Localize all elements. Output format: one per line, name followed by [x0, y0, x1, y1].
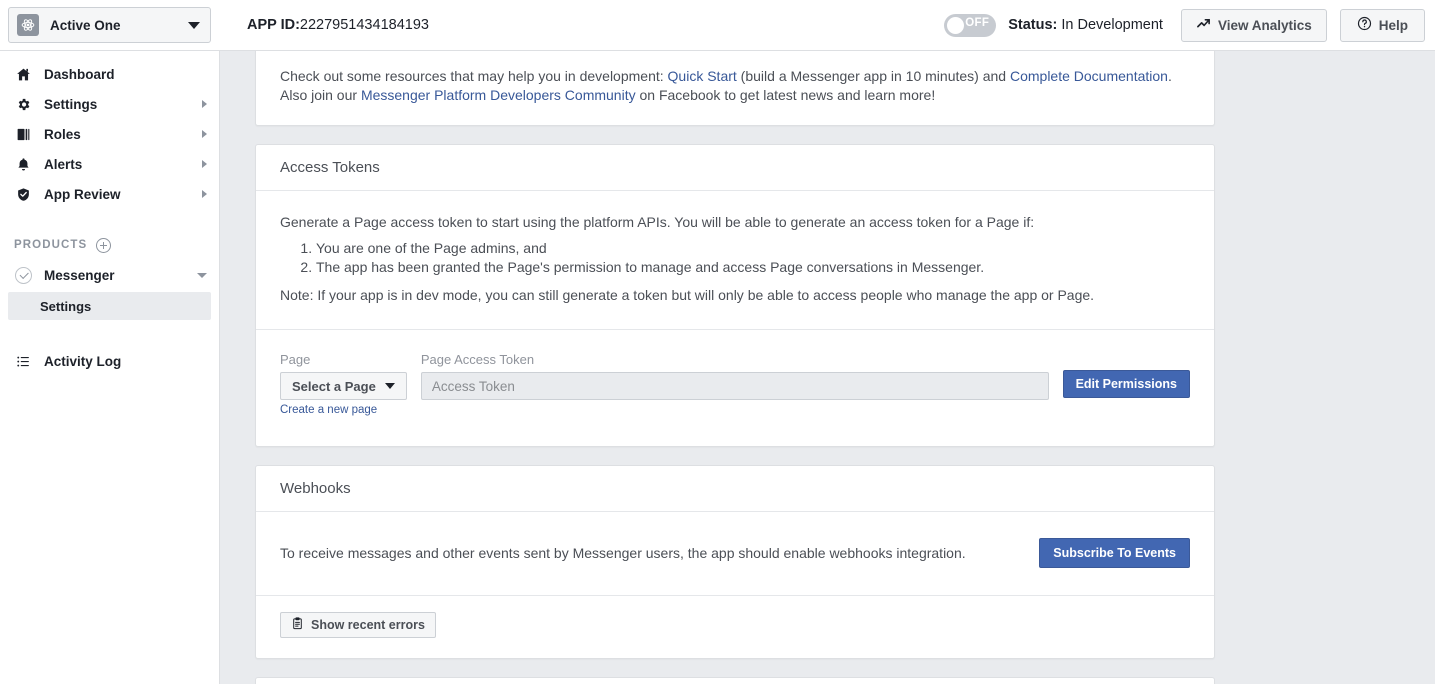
resources-paragraph: Check out some resources that may help y… [280, 67, 1190, 105]
shield-check-icon [14, 187, 32, 202]
chevron-right-icon [202, 190, 207, 198]
sidebar-item-dashboard[interactable]: Dashboard [0, 59, 219, 89]
chevron-right-icon [202, 100, 207, 108]
bell-icon [14, 157, 32, 172]
show-recent-errors-button[interactable]: Show recent errors [280, 612, 436, 638]
page-field-group: Page Select a Page Create a new page [280, 352, 407, 416]
top-header-bar: Active One APP ID:2227951434184193 OFF S… [0, 0, 1435, 51]
app-name-label: Active One [50, 17, 121, 33]
resources-text-2: (build a Messenger app in 10 minutes) an… [736, 68, 1010, 84]
header-actions: OFF Status: In Development View Analytic… [944, 8, 1435, 42]
sidebar-item-roles[interactable]: Roles [0, 119, 219, 149]
webhooks-errors-row: Show recent errors [256, 596, 1214, 658]
question-circle-icon [1357, 16, 1372, 34]
sidebar-item-label: Alerts [44, 156, 83, 172]
resources-text-4: on Facebook to get latest news and learn… [635, 87, 936, 103]
products-section-header: PRODUCTS [0, 230, 219, 260]
app-live-toggle[interactable]: OFF [944, 13, 997, 37]
toggle-knob [947, 16, 965, 34]
token-field-group: Page Access Token [420, 352, 1049, 400]
sidebar-item-activity-log[interactable]: Activity Log [0, 346, 219, 376]
sidebar-item-settings[interactable]: Settings [0, 89, 219, 119]
sidebar: Dashboard Settings Roles Alerts App Revi… [0, 51, 220, 684]
webhooks-description: To receive messages and other events sen… [280, 544, 966, 561]
access-tokens-body: Generate a Page access token to start us… [256, 191, 1214, 329]
page-select-dropdown[interactable]: Select a Page [280, 372, 407, 400]
app-id-value: 2227951434184193 [299, 17, 429, 33]
atom-icon [17, 14, 39, 36]
resources-card: Check out some resources that may help y… [255, 51, 1215, 126]
webhooks-title: Webhooks [256, 466, 1214, 512]
view-analytics-button[interactable]: View Analytics [1180, 8, 1327, 42]
quick-start-link[interactable]: Quick Start [668, 68, 737, 84]
clipboard-icon [291, 617, 304, 633]
app-switcher-button[interactable]: Active One [8, 7, 211, 43]
home-icon [14, 67, 32, 82]
access-tokens-note: Note: If your app is in dev mode, you ca… [280, 287, 1095, 303]
sidebar-item-label: Dashboard [44, 66, 115, 82]
sidebar-subitem-label: Settings [40, 298, 92, 314]
check-circle-icon [14, 266, 32, 284]
access-tokens-requirements-list: You are one of the Page admins, and The … [280, 239, 1190, 277]
gear-icon [14, 97, 32, 112]
sidebar-item-app-review[interactable]: App Review [0, 179, 219, 209]
edit-permissions-button[interactable]: Edit Permissions [1062, 370, 1190, 398]
trending-up-icon [1196, 16, 1211, 34]
sidebar-item-label: Settings [44, 96, 98, 112]
complete-documentation-link[interactable]: Complete Documentation [1010, 68, 1168, 84]
status-label: Status: [1008, 17, 1058, 33]
sidebar-item-label: Roles [44, 126, 81, 142]
sidebar-item-label: App Review [44, 186, 121, 202]
chevron-down-icon [197, 272, 207, 278]
sidebar-item-messenger[interactable]: Messenger [0, 260, 219, 290]
access-tokens-card: Access Tokens Generate a Page access tok… [255, 144, 1215, 447]
access-token-input[interactable] [420, 372, 1049, 400]
list-item: The app has been granted the Page's perm… [316, 258, 1190, 277]
page-token-form-row: Page Select a Page Create a new page Pag… [256, 330, 1214, 446]
chevron-down-icon [188, 21, 200, 29]
main-content-scroll-area[interactable]: Check out some resources that may help y… [221, 51, 1435, 684]
page-select-value: Select a Page [292, 378, 376, 394]
app-id-label: APP ID: [247, 17, 300, 33]
roles-icon [14, 127, 32, 142]
help-button[interactable]: Help [1339, 8, 1425, 42]
plus-circle-icon[interactable] [96, 237, 112, 253]
sidebar-item-alerts[interactable]: Alerts [0, 149, 219, 179]
list-icon [14, 354, 32, 369]
developers-community-link[interactable]: Messenger Platform Developers Community [361, 87, 636, 103]
status-badge: Status: In Development [1008, 17, 1163, 33]
list-item: You are one of the Page admins, and [316, 239, 1190, 258]
app-id: APP ID:2227951434184193 [247, 17, 429, 33]
access-tokens-title: Access Tokens [256, 145, 1214, 191]
status-value: In Development [1061, 17, 1163, 33]
subscribe-to-events-button[interactable]: Subscribe To Events [1039, 538, 1190, 568]
sidebar-item-label: Messenger [44, 267, 115, 283]
products-section-title: PRODUCTS [14, 239, 88, 251]
resources-text-1: Check out some resources that may help y… [280, 68, 668, 84]
sidebar-item-messenger-settings[interactable]: Settings [8, 292, 211, 320]
chevron-right-icon [202, 130, 207, 138]
chevron-right-icon [202, 160, 207, 168]
sidebar-item-label: Activity Log [44, 353, 122, 369]
toggle-state-label: OFF [965, 16, 990, 29]
next-card-partial [255, 677, 1215, 684]
webhooks-description-row: To receive messages and other events sen… [256, 512, 1214, 595]
show-recent-errors-label: Show recent errors [311, 618, 425, 632]
token-field-label: Page Access Token [420, 352, 535, 367]
resources-card-body: Check out some resources that may help y… [256, 51, 1214, 125]
page-field-label: Page [280, 352, 311, 367]
access-tokens-intro: Generate a Page access token to start us… [280, 214, 1035, 230]
chevron-down-icon [384, 383, 395, 389]
help-label: Help [1378, 17, 1408, 33]
create-a-new-page-link[interactable]: Create a new page [280, 404, 407, 416]
webhooks-card: Webhooks To receive messages and other e… [255, 465, 1215, 659]
view-analytics-label: View Analytics [1217, 17, 1312, 33]
